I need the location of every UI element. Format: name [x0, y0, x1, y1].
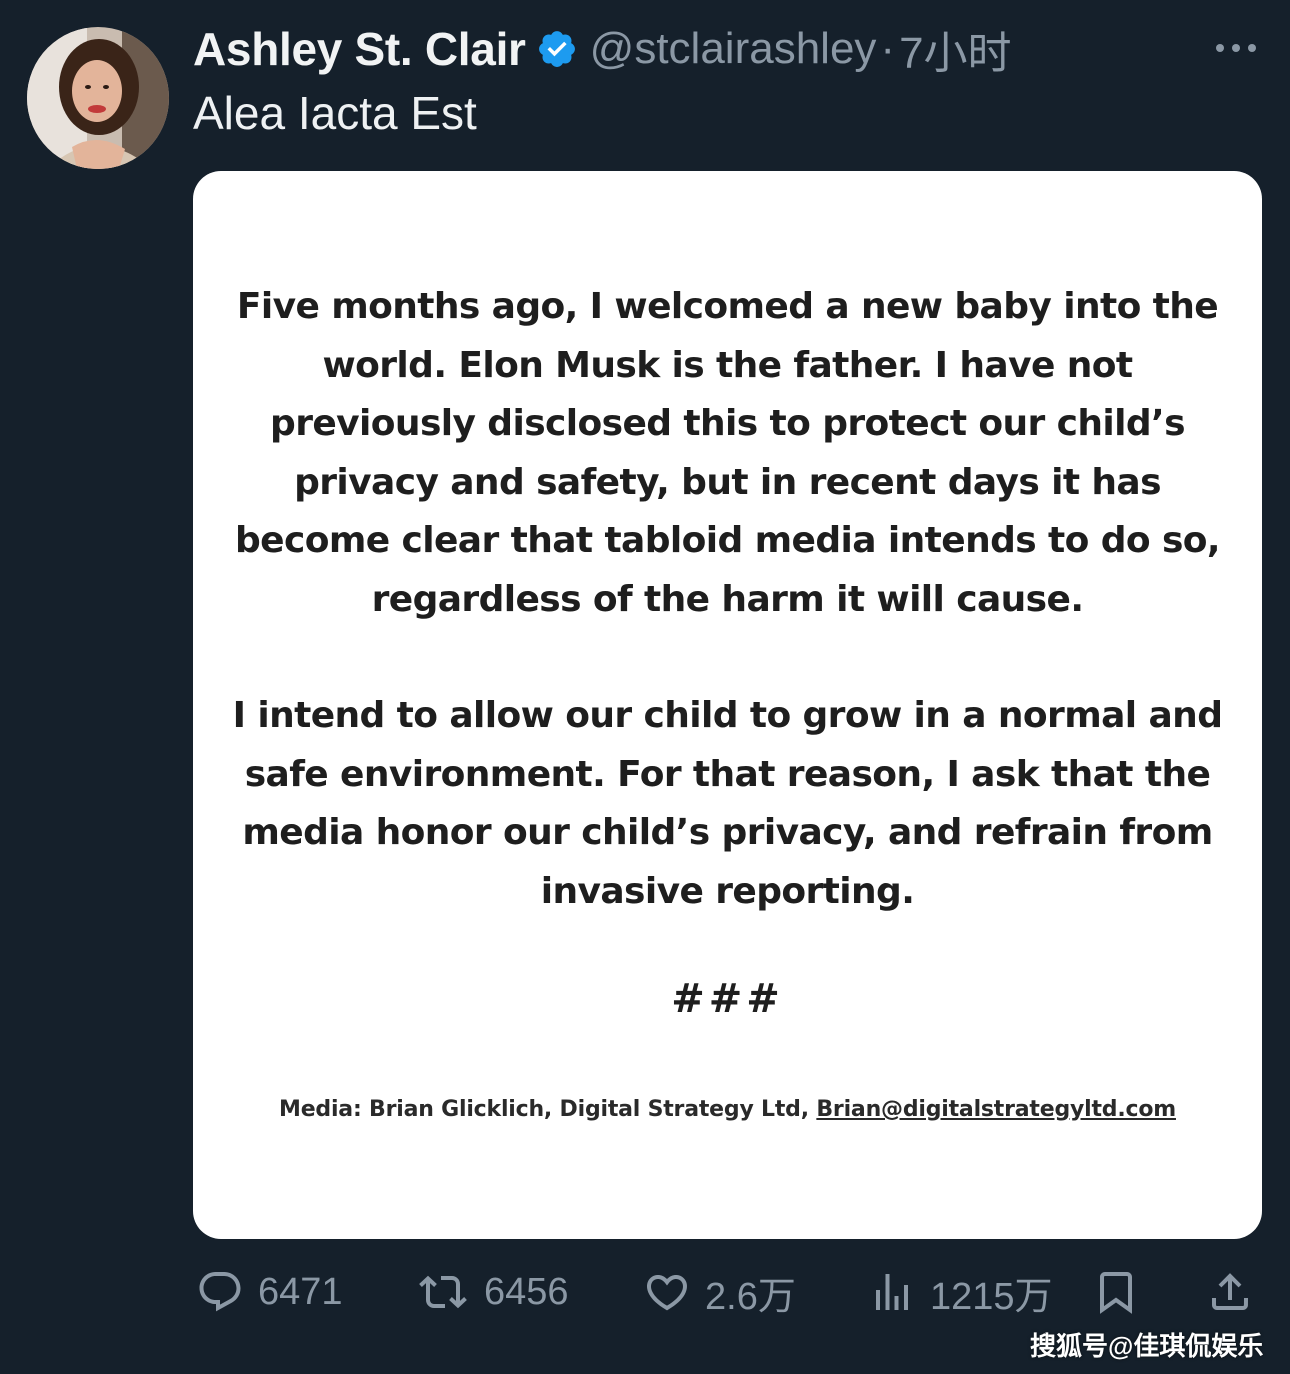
- media-contact-prefix: Media: Brian Glicklich, Digital Strategy…: [279, 1097, 809, 1122]
- share-button[interactable]: [1206, 1266, 1254, 1318]
- statement-paragraph-2: I intend to allow our child to grow in a…: [232, 695, 1223, 912]
- watermark: 搜狐号@佳琪侃娱乐: [1030, 1331, 1264, 1361]
- tweet-text: Alea Iacta Est: [193, 87, 477, 139]
- more-icon[interactable]: [1208, 34, 1264, 62]
- like-button[interactable]: 2.6万: [643, 1266, 796, 1318]
- statement-end-marks: ###: [671, 976, 784, 1022]
- retweet-button[interactable]: 6456: [416, 1266, 569, 1318]
- tweet-header: Ashley St. Clair @stclairashley · 7小时: [193, 18, 1012, 80]
- media-contact-line: Media: Brian Glicklich, Digital Strategy…: [193, 1097, 1262, 1122]
- display-name[interactable]: Ashley St. Clair: [193, 22, 526, 76]
- statement-paragraph-1: Five months ago, I welcomed a new baby i…: [234, 286, 1221, 620]
- views-button[interactable]: 1215万: [868, 1266, 1053, 1318]
- views-icon: [868, 1268, 916, 1316]
- retweet-count: 6456: [484, 1270, 569, 1313]
- user-handle[interactable]: @stclairashley: [590, 24, 877, 74]
- separator-dot: ·: [880, 24, 896, 73]
- avatar[interactable]: [27, 27, 169, 169]
- timestamp[interactable]: 7小时: [899, 17, 1011, 81]
- bookmark-button[interactable]: [1092, 1266, 1140, 1318]
- reply-count: 6471: [258, 1270, 343, 1313]
- like-count: 2.6万: [705, 1275, 796, 1318]
- views-count: 1215万: [930, 1275, 1053, 1318]
- share-icon: [1206, 1268, 1254, 1316]
- bookmark-icon: [1092, 1268, 1140, 1316]
- reply-button[interactable]: 6471: [196, 1266, 343, 1318]
- heart-icon: [643, 1268, 691, 1316]
- tweet-media-image[interactable]: Five months ago, I welcomed a new baby i…: [193, 171, 1262, 1239]
- media-contact-email: Brian@digitalstrategyltd.com: [816, 1097, 1176, 1122]
- verified-badge-icon[interactable]: [536, 28, 578, 70]
- retweet-icon: [416, 1268, 470, 1316]
- reply-icon: [196, 1268, 244, 1316]
